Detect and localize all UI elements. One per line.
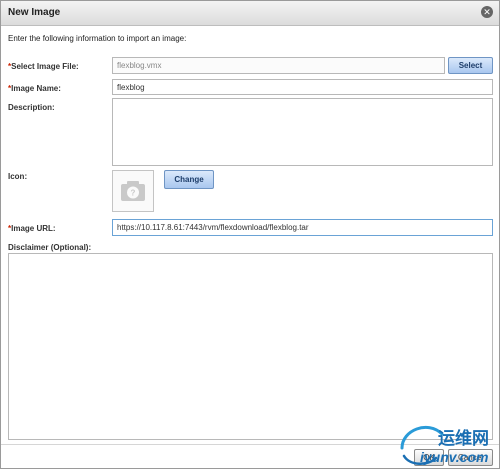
image-url-label: *Image URL: [8, 224, 56, 233]
image-icon-preview: ? [112, 170, 154, 212]
dialog-titlebar: New Image ✕ [1, 1, 499, 26]
image-file-field[interactable] [112, 57, 445, 74]
description-field[interactable] [112, 98, 493, 166]
select-file-button[interactable]: Select [448, 57, 493, 74]
description-label: Description: [8, 103, 55, 112]
new-image-dialog: New Image ✕ Enter the following informat… [0, 0, 500, 469]
image-url-field[interactable] [112, 219, 493, 236]
watermark-text-en: iyunv.com [420, 449, 489, 465]
intro-text: Enter the following information to impor… [8, 34, 187, 43]
image-file-label-text: Select Image File: [11, 62, 79, 71]
change-icon-button[interactable]: Change [164, 170, 214, 189]
watermark-text-cn: 运维网 [438, 429, 489, 449]
image-file-label: *Select Image File: [8, 62, 79, 71]
close-icon[interactable]: ✕ [481, 6, 493, 18]
dialog-title: New Image [8, 7, 61, 18]
disclaimer-label: Disclaimer (Optional): [8, 243, 92, 252]
disclaimer-field[interactable] [8, 253, 493, 440]
icon-label: Icon: [8, 172, 28, 181]
image-name-label: *Image Name: [8, 84, 61, 93]
image-name-field[interactable] [112, 79, 493, 95]
camera-placeholder-icon: ? [121, 181, 145, 201]
svg-text:?: ? [131, 189, 136, 198]
watermark-logo: 运维网 iyunv.com [398, 418, 500, 469]
image-url-label-text: Image URL: [11, 224, 56, 233]
image-name-label-text: Image Name: [11, 84, 61, 93]
